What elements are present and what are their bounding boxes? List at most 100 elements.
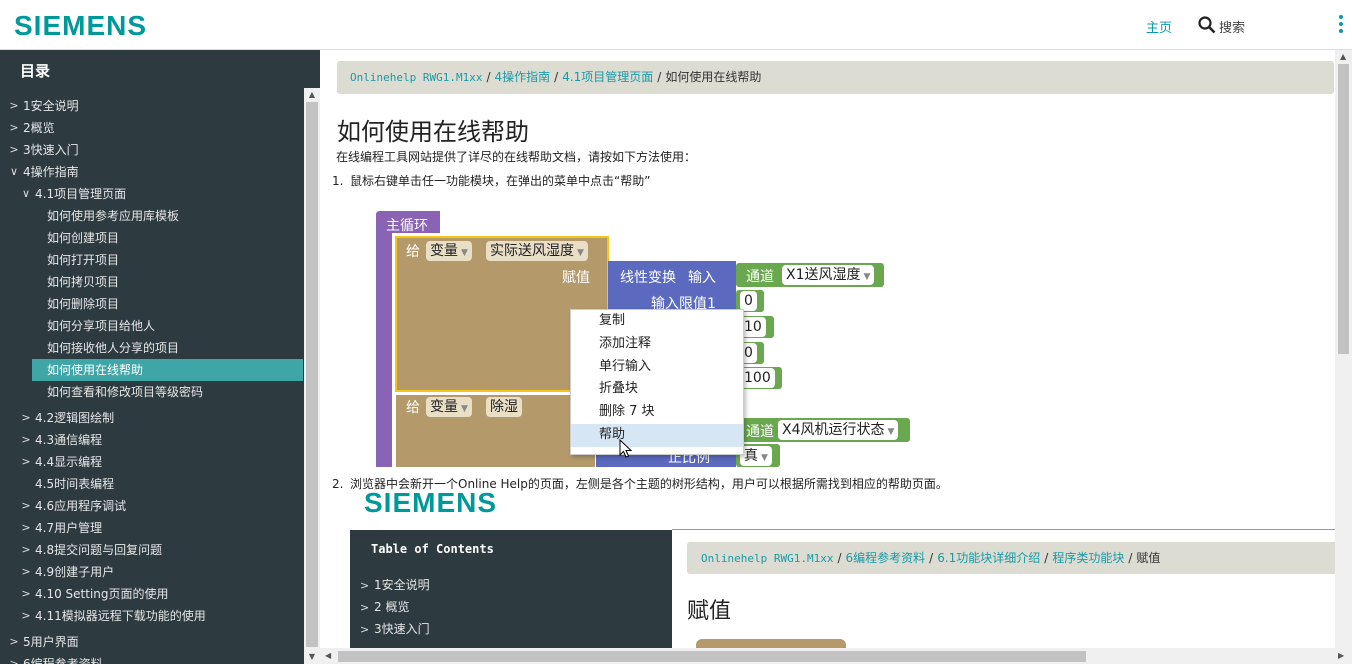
chevron-right-icon[interactable]: > [20,451,32,473]
var-dropdown[interactable]: 变量 ▼ [426,397,472,417]
breadcrumb-current: 如何使用在线帮助 [665,70,762,84]
value-field[interactable]: 0 [740,291,757,311]
sidebar-item[interactable]: ∨ 4操作指南 [0,161,303,183]
scroll-up-arrow[interactable]: ▲ [304,88,320,102]
sidebar-item[interactable]: >4.4显示编程 [0,451,303,473]
sidebar-item[interactable]: >2概览 [0,117,303,139]
true-dropdown[interactable]: 真 ▼ [740,446,772,466]
sidebar-item[interactable]: >5用户界面 [0,631,303,653]
sidebar-item[interactable]: >6编程参考资料 [0,653,303,664]
sidebar-item-label: 4.8提交问题与回复问题 [35,543,163,557]
breadcrumb-link[interactable]: 4操作指南 [495,70,551,84]
menu-item-add-comment[interactable]: 添加注释 [571,333,743,356]
chevron-right-icon[interactable]: > [20,517,32,539]
scroll-down-arrow[interactable]: ▼ [304,650,320,664]
chevron-right-icon[interactable]: > [20,583,32,605]
menu-item-help[interactable]: 帮助 [571,423,743,447]
sidebar-item[interactable]: >4.10 Setting页面的使用 [0,583,303,605]
value-field[interactable]: 100 [740,368,775,388]
menu-item-delete[interactable]: 删除 7 块 [571,401,743,424]
chevron-right-icon[interactable]: > [8,117,20,139]
sidebar-item[interactable]: >4.8提交问题与回复问题 [0,539,303,561]
set-label: 给 [406,244,420,260]
chevron-right-icon[interactable]: > [20,561,32,583]
var-name-dropdown[interactable]: 除湿 [486,397,522,417]
menu-item-collapse[interactable]: 折叠块 [571,378,743,401]
toc-item: >3快速入门 [360,622,430,636]
sidebar-item-label: 6编程参考资料 [23,657,103,664]
chevron-right-icon[interactable]: > [8,631,20,653]
siemens-logo[interactable]: SIEMENS [14,10,147,42]
step-1: 1. 鼠标右键单击任一功能模块，在弹出的菜单中点击“帮助” [332,172,650,189]
sidebar-item[interactable]: 如何查看和修改项目等级密码 [0,381,303,403]
sidebar-item-label: 4.1项目管理页面 [35,187,127,201]
channel-x4-dropdown[interactable]: X4风机运行状态 ▼ [778,420,899,440]
sidebar-item-label: 如何使用参考应用库模板 [47,209,180,223]
channel-x1-dropdown[interactable]: X1送风湿度 ▼ [782,265,875,285]
scroll-left-arrow[interactable]: ◀ [325,651,331,660]
chevron-right-icon[interactable]: > [8,95,20,117]
sidebar-item[interactable]: >4.9创建子用户 [0,561,303,583]
sidebar-item[interactable]: >4.3通信编程 [0,429,303,451]
siemens-logo: SIEMENS [364,487,498,518]
chevron-right-icon[interactable]: > [20,539,32,561]
sidebar-scrollbar[interactable]: ▲ ▼ [304,88,320,664]
sidebar-item-label: 4操作指南 [23,165,79,179]
sidebar-item[interactable]: 4.5时间表编程 [0,473,303,495]
chevron-right-icon[interactable]: > [8,139,20,161]
sidebar-item[interactable]: >1安全说明 [0,95,303,117]
horizontal-scroll-thumb[interactable] [338,651,1086,662]
sidebar-item[interactable]: >4.6应用程序调试 [0,495,303,517]
sidebar-item[interactable]: 如何打开项目 [0,249,303,271]
scroll-up-arrow[interactable]: ▲ [1340,52,1346,61]
channel-label: 通道 [746,269,774,285]
chevron-right-icon[interactable]: > [20,407,32,429]
sidebar-item[interactable]: 如何删除项目 [0,293,303,315]
sidebar-item[interactable]: 如何分享项目给他人 [0,315,303,337]
sidebar-item[interactable]: 如何使用在线帮助 [32,359,303,381]
scroll-right-arrow[interactable]: ▶ [1338,651,1344,660]
menu-item-copy[interactable]: 复制 [571,310,743,333]
more-menu-icon[interactable] [1337,15,1345,35]
sidebar-item-label: 如何删除项目 [47,297,120,311]
chevron-right-icon[interactable]: > [8,653,20,664]
input-label: 输入 [688,270,716,286]
content-vertical-scrollbar[interactable]: ▲ [1335,50,1352,648]
chevron-down-icon[interactable]: ∨ [20,183,32,205]
help-page-figure: SIEMENS Table of Contents >1安全说明 >2 概览 >… [350,485,1352,664]
mouse-cursor-icon [619,439,632,458]
intro-text: 在线编程工具网站提供了详尽的在线帮助文档，请按如下方法使用： [336,150,697,164]
sidebar-item[interactable]: >3快速入门 [0,139,303,161]
sidebar-scroll-thumb[interactable] [306,102,318,647]
sidebar-item-label: 4.3通信编程 [35,433,103,447]
menu-item-inline-input[interactable]: 单行输入 [571,356,743,379]
sidebar-item[interactable]: 如何创建项目 [0,227,303,249]
chevron-right-icon[interactable]: > [20,429,32,451]
sidebar-item[interactable]: 如何拷贝项目 [0,271,303,293]
content-horizontal-scrollbar[interactable]: ◀ ▶ [320,648,1352,664]
sidebar-item[interactable]: ∨ 4.1项目管理页面 [0,183,303,205]
breadcrumb-link[interactable]: Onlinehelp RWG1.M1xx [350,71,482,84]
sidebar-item[interactable]: >4.11模拟器远程下载功能的使用 [0,605,303,627]
sidebar-item-label: 4.2逻辑图绘制 [35,411,115,425]
content-scroll-thumb[interactable] [1338,64,1349,354]
sidebar-item[interactable]: >4.2逻辑图绘制 [0,407,303,429]
assign-label: 赋值 [562,270,590,286]
divider [672,529,1352,530]
search-icon[interactable] [1198,16,1216,34]
var-name-dropdown[interactable]: 实际送风湿度 ▼ [486,241,588,261]
search-input[interactable]: 搜索 [1219,17,1245,36]
sidebar-item-label: 如何查看和修改项目等级密码 [47,385,204,399]
var-dropdown[interactable]: 变量 ▼ [426,241,472,261]
sidebar-item[interactable]: 如何接收他人分享的项目 [0,337,303,359]
sidebar-item[interactable]: >4.7用户管理 [0,517,303,539]
block-editor-figure: 主循环 给 变量 ▼ 实际送风湿度 ▼ 赋值 线性变换 输入 通道 X1送风湿度 ▼ … [370,197,930,467]
sidebar-item-label: 3快速入门 [23,143,79,157]
breadcrumb-link[interactable]: 4.1项目管理页面 [562,70,653,84]
sidebar-item[interactable]: 如何使用参考应用库模板 [0,205,303,227]
chevron-right-icon[interactable]: > [20,605,32,627]
chevron-down-icon[interactable]: ∨ [8,161,20,183]
home-link[interactable]: 主页 [1146,17,1172,36]
step-number: 1. [332,174,344,188]
chevron-right-icon[interactable]: > [20,495,32,517]
